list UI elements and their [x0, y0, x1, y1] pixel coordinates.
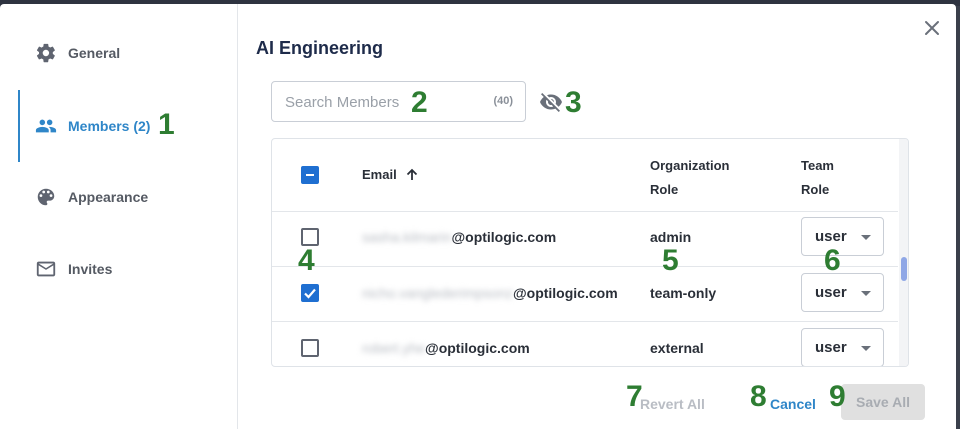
table-header: Email Organization Role Team Role	[272, 139, 898, 212]
email-domain: @optilogic.com	[512, 285, 618, 301]
sidebar-item-label: Appearance	[68, 189, 149, 205]
org-role-header-line2: Role	[650, 182, 679, 197]
settings-sidebar: General Members (2) Appearance Invites	[0, 4, 238, 429]
cancel-button[interactable]: Cancel	[770, 396, 816, 412]
members-table: Email Organization Role Team Role sasha.…	[271, 138, 909, 367]
email-hidden: sasha.kilmarin	[362, 229, 452, 245]
caret-down-icon	[861, 235, 871, 240]
email-hidden: robert.yhe	[362, 340, 426, 356]
annotation-1: 1	[158, 108, 175, 141]
table-scrollbar[interactable]	[899, 139, 908, 366]
sidebar-item-invites[interactable]: Invites	[18, 233, 238, 305]
member-count: (40)	[493, 95, 513, 107]
team-role-header-line2: Role	[801, 182, 830, 197]
scrollbar-thumb[interactable]	[901, 257, 907, 281]
org-role-cell: admin	[650, 229, 692, 245]
row-checkbox[interactable]	[301, 284, 319, 302]
org-role-cell: team-only	[650, 285, 717, 301]
annotation-5: 5	[662, 244, 679, 277]
sidebar-item-general[interactable]: General	[18, 17, 238, 89]
search-members-field[interactable]: (40)	[271, 81, 526, 122]
annotation-8: 8	[750, 380, 767, 413]
annotation-2: 2	[411, 86, 428, 119]
team-role-column-header: Team Role	[801, 154, 834, 202]
search-input[interactable]	[285, 91, 465, 113]
arrow-up-icon	[405, 168, 419, 182]
annotation-6: 6	[824, 244, 841, 277]
team-role-value: user	[815, 339, 847, 356]
select-all-checkbox[interactable]	[301, 166, 319, 184]
email-column-header[interactable]: Email	[362, 166, 419, 184]
eye-off-icon[interactable]	[538, 90, 564, 114]
sidebar-item-appearance[interactable]: Appearance	[18, 161, 238, 233]
annotation-3: 3	[565, 86, 582, 119]
email-cell: robert.yhe@optilogic.com	[362, 340, 530, 356]
email-cell: nicho.vanglederimpsonz@optilogic.com	[362, 285, 618, 301]
team-role-select[interactable]: user	[801, 273, 884, 312]
close-icon[interactable]	[918, 14, 946, 42]
team-role-value: user	[815, 284, 847, 301]
table-row: sasha.kilmarin@optilogic.com admin user	[272, 212, 898, 267]
dialog-title: AI Engineering	[256, 38, 384, 58]
revert-all-button[interactable]: Revert All	[640, 396, 705, 412]
team-role-value: user	[815, 228, 847, 245]
email-cell: sasha.kilmarin@optilogic.com	[362, 229, 556, 245]
sidebar-item-label: Invites	[68, 261, 113, 277]
table-row: robert.yhe@optilogic.com external user	[272, 322, 898, 366]
caret-down-icon	[861, 291, 871, 296]
team-role-header-line1: Team	[801, 158, 834, 173]
caret-down-icon	[861, 346, 871, 351]
org-role-header-line1: Organization	[650, 158, 730, 173]
annotation-7: 7	[626, 380, 643, 413]
team-settings-dialog: General Members (2) Appearance Invites A…	[0, 4, 956, 429]
annotation-9: 9	[829, 380, 846, 413]
save-all-button[interactable]: Save All	[841, 384, 925, 420]
email-header-label: Email	[362, 167, 397, 182]
row-checkbox[interactable]	[301, 339, 319, 357]
sidebar-item-label: Members (2)	[68, 118, 151, 134]
org-role-cell: external	[650, 340, 704, 356]
email-domain: @optilogic.com	[425, 340, 530, 356]
team-role-select[interactable]: user	[801, 328, 884, 366]
people-icon	[35, 115, 57, 137]
mail-icon	[35, 258, 57, 280]
org-role-column-header: Organization Role	[650, 154, 729, 202]
team-role-select[interactable]: user	[801, 217, 884, 256]
sidebar-item-label: General	[68, 45, 121, 61]
palette-icon	[35, 186, 57, 208]
annotation-4: 4	[298, 244, 315, 277]
email-hidden: nicho.vanglederimpsonz	[362, 285, 513, 301]
table-row: nicho.vanglederimpsonz@optilogic.com tea…	[272, 267, 898, 322]
email-domain: @optilogic.com	[451, 229, 557, 245]
gear-icon	[35, 42, 57, 64]
sidebar-item-members[interactable]: Members (2)	[18, 90, 238, 162]
